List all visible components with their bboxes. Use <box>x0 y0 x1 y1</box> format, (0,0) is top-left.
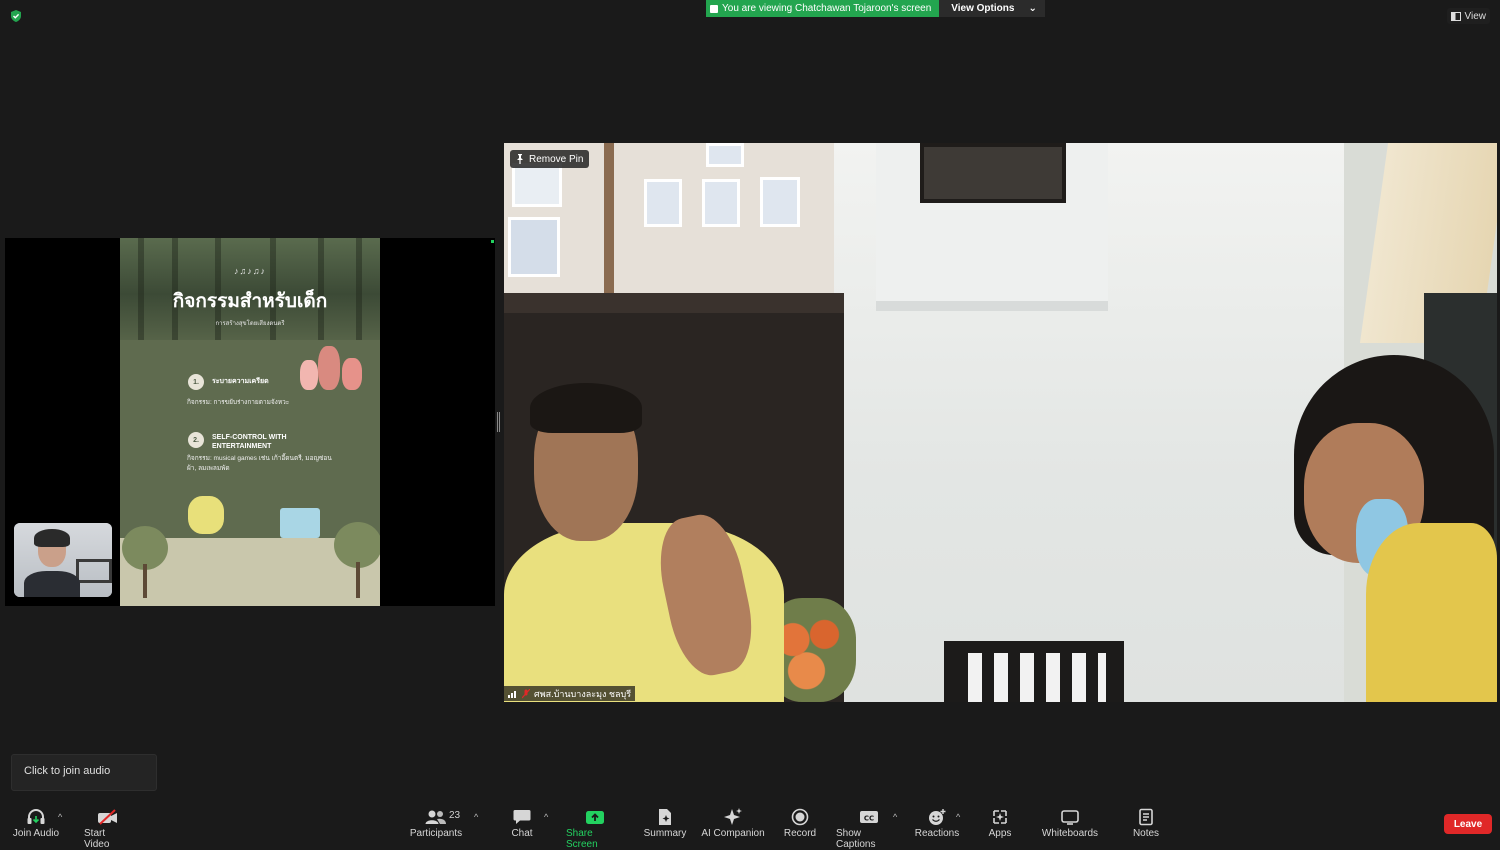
remove-pin-label: Remove Pin <box>529 153 584 165</box>
leave-button[interactable]: Leave <box>1444 814 1492 834</box>
item-number: 1. <box>188 374 204 390</box>
slide-subtitle: การสร้างสุขโดยเสียงดนตรี <box>215 321 285 327</box>
item-heading: SELF-CONTROL WITH ENTERTAINMENT <box>212 434 287 450</box>
share-screen-button[interactable]: Share Screen <box>566 806 624 850</box>
security-shield-icon[interactable] <box>9 9 23 23</box>
self-video-thumbnail[interactable] <box>14 523 112 597</box>
whiteboard-icon <box>1061 810 1079 825</box>
view-button[interactable]: View <box>1446 8 1490 24</box>
summary-document-icon <box>659 809 671 825</box>
item-text: กิจกรรม: musical games เช่น เก้าอี้ดนตรี… <box>187 455 332 472</box>
chat-label: Chat <box>511 828 533 839</box>
audio-options-caret[interactable]: ^ <box>58 812 62 822</box>
viewing-text: You are viewing Chatchawan Tojaroon's sc… <box>722 3 932 14</box>
view-layout-icon <box>1450 11 1461 21</box>
share-screen-label: Share Screen <box>566 828 598 850</box>
view-options-label: View Options <box>951 3 1015 14</box>
participants-icon <box>425 810 446 824</box>
share-screen-icon <box>586 811 604 824</box>
ai-companion-button[interactable]: AI Companion <box>700 806 766 839</box>
pinned-participant-video[interactable] <box>504 143 1497 702</box>
notes-icon <box>1139 808 1153 826</box>
closed-captions-icon: CC <box>860 811 878 823</box>
leave-label: Leave <box>1453 818 1483 830</box>
join-audio-tooltip[interactable]: Click to join audio <box>11 754 157 791</box>
start-video-button[interactable]: Start Video <box>84 806 132 850</box>
item-number: 2. <box>188 432 204 448</box>
music-notes-decoration: ♪♫♪♫♪ <box>234 266 266 276</box>
participants-count: 23 <box>449 810 461 821</box>
item-text: กิจกรรม: การขยับร่างกายตามจังหวะ <box>187 399 290 406</box>
children-illustration <box>298 346 368 396</box>
sparkle-icon <box>724 808 742 825</box>
whiteboards-button[interactable]: Whiteboards <box>1040 806 1100 839</box>
svg-text:CC: CC <box>864 815 874 823</box>
ai-companion-label: AI Companion <box>701 828 765 839</box>
smiley-plus-icon <box>929 809 946 825</box>
screen-share-icon <box>710 4 718 13</box>
pin-icon <box>517 154 523 164</box>
join-audio-label: Join Audio <box>12 828 60 839</box>
chevron-down-icon: ⌄ <box>1028 3 1037 14</box>
view-label: View <box>1464 10 1487 22</box>
viewing-indicator: You are viewing Chatchawan Tojaroon's sc… <box>706 0 940 17</box>
show-captions-label: Show Captions <box>836 828 876 850</box>
chat-button[interactable]: Chat <box>505 806 539 839</box>
apps-label: Apps <box>988 828 1012 839</box>
item-heading: ระบายความเครียด <box>212 378 269 385</box>
summary-button[interactable]: Summary <box>642 806 688 839</box>
record-label: Record <box>783 828 817 839</box>
reactions-label: Reactions <box>914 828 960 839</box>
participants-label: Participants <box>409 828 463 839</box>
record-button[interactable]: Record <box>782 806 818 839</box>
muted-microphone-icon <box>522 688 530 698</box>
signal-strength-icon <box>508 691 516 698</box>
notes-label: Notes <box>1132 828 1160 839</box>
reactions-button[interactable]: Reactions <box>914 806 960 839</box>
whiteboards-label: Whiteboards <box>1041 828 1099 839</box>
participant-name: ศพส.บ้านบางละมุง ชลบุรี <box>534 688 632 699</box>
apps-icon <box>993 810 1007 824</box>
share-indicator-dot <box>491 240 494 243</box>
video-off-icon <box>98 809 117 825</box>
chat-bubble-icon <box>513 810 531 824</box>
participants-options-caret[interactable]: ^ <box>474 812 478 822</box>
view-options-button[interactable]: View Options ⌄ <box>939 0 1045 17</box>
join-audio-button[interactable]: Join Audio <box>12 806 60 839</box>
notes-button[interactable]: Notes <box>1130 806 1162 839</box>
jumping-child-illustration <box>188 496 224 534</box>
summary-label: Summary <box>643 828 687 839</box>
headphones-icon <box>27 809 45 824</box>
chat-options-caret[interactable]: ^ <box>544 812 548 822</box>
remove-pin-button[interactable]: Remove Pin <box>510 150 590 168</box>
shared-slide: ♪♫♪♫♪ กิจกรรมสำหรับเด็ก การสร้างสุขโดยเส… <box>120 238 380 606</box>
record-icon <box>791 808 809 826</box>
participant-name-tag: ศพส.บ้านบางละมุง ชลบุรี <box>504 686 636 701</box>
child-in-box-illustration <box>280 508 320 538</box>
screen-share-banner: You are viewing Chatchawan Tojaroon's sc… <box>706 0 1045 17</box>
start-video-label: Start Video <box>84 828 110 850</box>
reactions-options-caret[interactable]: ^ <box>956 812 960 822</box>
apps-button[interactable]: Apps <box>984 806 1016 839</box>
captions-options-caret[interactable]: ^ <box>893 812 897 822</box>
slide-title: กิจกรรมสำหรับเด็ก <box>172 291 328 312</box>
panel-resize-handle[interactable] <box>497 412 500 432</box>
join-audio-tooltip-text: Click to join audio <box>24 765 111 777</box>
